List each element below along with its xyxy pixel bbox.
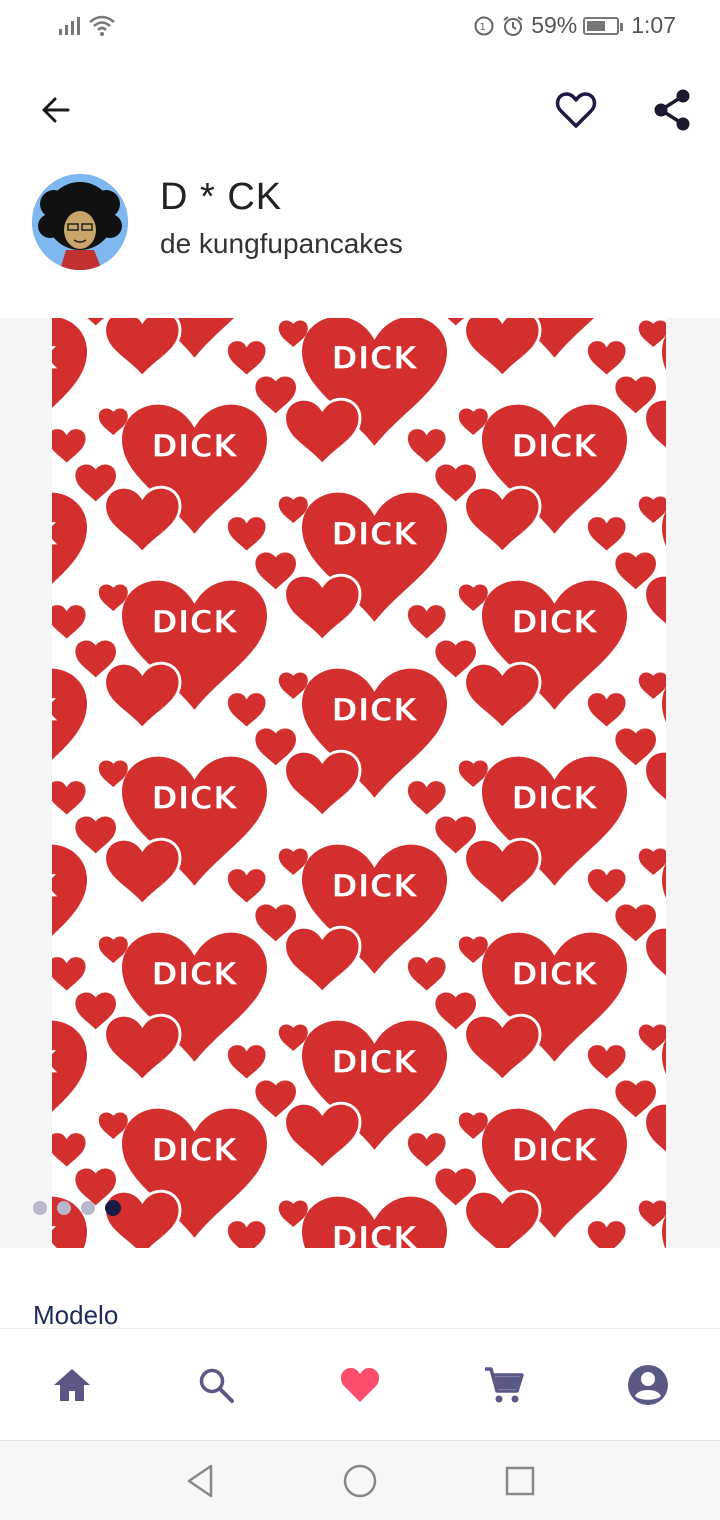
pattern-text: DICK <box>151 427 239 465</box>
system-home-button[interactable] <box>340 1461 380 1501</box>
triangle-back-icon <box>187 1464 213 1498</box>
system-nav-bar <box>0 1440 720 1520</box>
clock: 1:07 <box>631 12 676 38</box>
heart-tile: DICK <box>637 1166 666 1248</box>
pattern-text: DICK <box>331 1043 419 1081</box>
product-image[interactable]: DICK DICK DICK DICK DICK DICK DICK DICK DICK DICK… <box>52 318 666 1248</box>
heart-tile: DICK <box>457 1078 658 1248</box>
share-button[interactable] <box>644 82 700 138</box>
nav-home[interactable] <box>44 1357 100 1413</box>
nav-favorites[interactable] <box>332 1357 388 1413</box>
bottom-nav <box>0 1328 720 1440</box>
artist-byline[interactable]: de kungfupancakes <box>160 228 403 260</box>
heart-tile: DICK <box>457 902 658 1083</box>
heart-tile: DICK <box>457 550 658 731</box>
home-icon <box>54 1369 90 1401</box>
svg-text:1: 1 <box>480 22 486 33</box>
pattern-text: DICK <box>511 779 599 817</box>
pattern-text: DICK <box>331 515 419 553</box>
heart-tile: DICK <box>277 814 478 995</box>
wifi-icon <box>89 15 115 36</box>
heart-tile: DICK <box>52 638 118 819</box>
heart-tile: DICK <box>637 638 666 819</box>
heart-outline-icon <box>555 92 597 128</box>
heart-tile: DICK <box>277 462 478 643</box>
nav-cart[interactable] <box>476 1357 532 1413</box>
pattern-text: DICK <box>151 779 239 817</box>
heart-tile: DICK <box>277 638 478 819</box>
section-label-model: Modelo <box>33 1300 119 1330</box>
heart-tile: DICK <box>637 990 666 1171</box>
pattern-text: DICK <box>151 603 239 641</box>
artist-avatar[interactable] <box>32 174 128 270</box>
heart-tile: DICK <box>637 462 666 643</box>
pattern-text: DICK <box>511 1131 599 1169</box>
status-bar: 1 59% 1:07 <box>0 0 720 56</box>
heart-tile: DICK <box>97 726 298 907</box>
heart-tile: DICK <box>457 318 658 379</box>
product-gallery[interactable]: DICK DICK DICK DICK DICK DICK DICK DICK DICK DICK… <box>0 318 720 1248</box>
pattern-text: DICK <box>511 955 599 993</box>
square-recents-icon <box>505 1466 535 1496</box>
account-icon <box>628 1365 668 1405</box>
battery-percent: 59% <box>531 12 578 38</box>
heart-tile: DICK <box>97 902 298 1083</box>
pattern-text: DICK <box>511 603 599 641</box>
favorite-button[interactable] <box>548 82 604 138</box>
gallery-dot[interactable] <box>81 1201 95 1215</box>
heart-tile: DICK <box>277 318 478 467</box>
heart-tile: DICK <box>457 726 658 907</box>
pattern-text: DICK <box>331 1219 419 1248</box>
pattern-text: DICK <box>511 427 599 465</box>
heart-tile: DICK <box>97 1078 298 1248</box>
gallery-dot[interactable] <box>57 1201 71 1215</box>
product-header: D * CK de kungfupancakes <box>32 172 692 272</box>
heart-pattern: DICKDICKDICKDICKDICKDICKDICKDICKDICKDICK… <box>52 318 666 1248</box>
share-icon <box>654 89 690 131</box>
heart-tile: DICK <box>277 1166 478 1248</box>
circle-home-icon <box>343 1464 377 1498</box>
pattern-text: DICK <box>331 867 419 905</box>
heart-tile: DICK <box>457 374 658 555</box>
avatar-illustration <box>32 174 128 270</box>
status-left <box>58 14 116 38</box>
data-saver-icon: 1 <box>474 16 494 35</box>
heart-tile: DICK <box>52 462 118 643</box>
pattern-text: DICK <box>151 955 239 993</box>
alarm-icon <box>503 15 523 36</box>
pattern-text: DICK <box>331 339 419 377</box>
arrow-left-icon <box>42 97 70 123</box>
gallery-pagination[interactable] <box>33 1200 121 1216</box>
nav-account[interactable] <box>620 1357 676 1413</box>
heart-tile: DICK <box>637 814 666 995</box>
cart-icon <box>485 1367 524 1403</box>
system-back-button[interactable] <box>180 1461 220 1501</box>
back-button[interactable] <box>28 82 84 138</box>
product-title: D * CK <box>160 176 283 218</box>
search-icon <box>199 1368 234 1403</box>
signal-icon <box>59 17 80 35</box>
gallery-dot[interactable] <box>105 1200 121 1216</box>
heart-tile: DICK <box>97 550 298 731</box>
app-bar <box>0 80 720 140</box>
battery-icon <box>583 16 624 35</box>
heart-tile: DICK <box>97 374 298 555</box>
status-right: 1 59% 1:07 <box>473 12 676 39</box>
nav-search[interactable] <box>188 1357 244 1413</box>
heart-tile: DICK <box>97 318 298 379</box>
gallery-dot[interactable] <box>33 1201 47 1215</box>
pattern-text: DICK <box>151 1131 239 1169</box>
pattern-text: DICK <box>331 691 419 729</box>
heart-icon <box>340 1367 380 1402</box>
heart-tile: DICK <box>52 814 118 995</box>
heart-tile: DICK <box>52 990 118 1171</box>
system-recents-button[interactable] <box>500 1461 540 1501</box>
heart-tile: DICK <box>277 990 478 1171</box>
